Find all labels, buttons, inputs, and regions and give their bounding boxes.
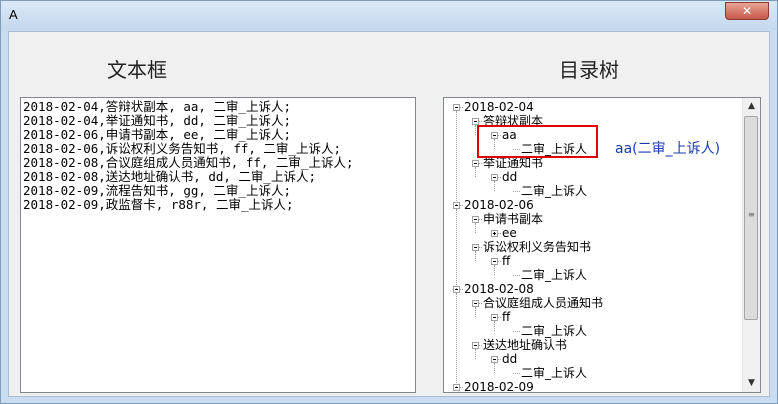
tree-connector	[456, 111, 457, 205]
text-line: 2018-02-09,政监督卡, r88r, 二审_上诉人;	[23, 197, 294, 212]
tree-node[interactable]: 2018-02-08	[464, 282, 534, 296]
tree-node-label: 送达地址确认书	[483, 338, 568, 352]
tree-connector	[494, 181, 495, 191]
tree-connector	[513, 331, 520, 332]
tree-node[interactable]: ff	[502, 254, 510, 268]
tree-node[interactable]: 2018-02-04	[464, 100, 534, 114]
tree-connector	[475, 167, 476, 177]
annotation-label: aa(二审_上诉人)	[615, 141, 721, 157]
collapse-icon[interactable]	[491, 356, 498, 363]
tree-connector	[494, 321, 495, 331]
tree-connector	[475, 223, 476, 233]
tree-node[interactable]: ee	[502, 226, 517, 240]
scroll-up-icon[interactable]: ▲	[743, 98, 760, 115]
tree-connector	[513, 275, 520, 276]
collapse-icon[interactable]	[472, 118, 479, 125]
collapse-icon[interactable]	[472, 244, 479, 251]
tree-node[interactable]: 诉讼权利义务告知书	[483, 240, 591, 254]
tree-node[interactable]: 二审_上诉人	[521, 366, 587, 380]
collapse-icon[interactable]	[491, 314, 498, 321]
textbox-label: 文本框	[107, 58, 167, 82]
tree-node-label: 二审_上诉人	[521, 324, 588, 338]
tree-node[interactable]: dd	[502, 170, 517, 184]
tree-node-label: ff	[502, 310, 511, 324]
tree-node-label: 2018-02-09	[464, 380, 534, 393]
collapse-icon[interactable]	[472, 300, 479, 307]
text-line: 2018-02-06,申请书副本, ee, 二审_上诉人;	[23, 127, 291, 142]
scroll-down-icon[interactable]: ▼	[743, 375, 760, 392]
scroll-thumb[interactable]: ≡	[744, 116, 758, 320]
tree-connector	[475, 349, 476, 359]
tree-connector	[475, 307, 476, 317]
tree-node[interactable]: 二审_上诉人	[521, 184, 587, 198]
tree-node[interactable]: 2018-02-09	[464, 380, 534, 393]
tree-node[interactable]: 举证通知书	[483, 156, 543, 170]
tree-node-label: ee	[502, 226, 517, 240]
text-line: 2018-02-08,合议庭组成人员通知书, ff, 二审_上诉人;	[23, 155, 354, 170]
tree-node[interactable]: 合议庭组成人员通知书	[483, 296, 603, 310]
title-bar[interactable]: A ✕	[1, 1, 777, 30]
tree-connector	[475, 251, 476, 261]
collapse-icon[interactable]	[472, 160, 479, 167]
collapse-icon[interactable]	[491, 174, 498, 181]
text-line: 2018-02-04,举证通知书, dd, 二审_上诉人;	[23, 113, 291, 128]
tree-connector	[513, 191, 520, 192]
tree-node[interactable]: 二审_上诉人	[521, 268, 587, 282]
tree-node-label: dd	[502, 352, 518, 366]
expand-icon[interactable]	[491, 230, 498, 237]
close-button[interactable]: ✕	[725, 2, 769, 20]
tree-connector	[456, 293, 457, 387]
highlight-box	[477, 125, 598, 158]
text-line: 2018-02-08,送达地址确认书, dd, 二审_上诉人;	[23, 169, 316, 184]
client-area: 文本框 目录树 2018-02-04,答辩状副本, aa, 二审_上诉人; 201…	[8, 31, 770, 397]
tree-node[interactable]: dd	[502, 352, 517, 366]
text-area[interactable]: 2018-02-04,答辩状副本, aa, 二审_上诉人; 2018-02-04,…	[20, 97, 416, 393]
tree-node[interactable]: 申请书副本	[483, 212, 543, 226]
tree-node[interactable]: 2018-02-06	[464, 198, 534, 212]
text-line: 2018-02-06,诉讼权利义务告知书, ff, 二审_上诉人;	[23, 141, 341, 156]
tree-node[interactable]: ff	[502, 310, 510, 324]
tree-node-label: 2018-02-04	[464, 100, 534, 114]
tree-node[interactable]: 二审_上诉人	[521, 324, 587, 338]
tree-connector	[475, 125, 476, 135]
text-line: 2018-02-09,流程告知书, gg, 二审_上诉人;	[23, 183, 291, 198]
tree-node-label: 2018-02-08	[464, 282, 534, 296]
tree-node-label: dd	[502, 170, 518, 184]
tree-node-label: 举证通知书	[483, 156, 544, 170]
text-line: 2018-02-04,答辩状副本, aa, 二审_上诉人;	[23, 99, 291, 114]
tree-node-label: ff	[502, 254, 511, 268]
tree-node-label: 二审_上诉人	[521, 268, 588, 282]
tree-label: 目录树	[559, 58, 619, 82]
tree-connector	[513, 373, 520, 374]
collapse-icon[interactable]	[453, 104, 460, 111]
tree-node-label: 合议庭组成人员通知书	[483, 296, 604, 310]
grip-icon: ≡	[748, 210, 755, 219]
tree-connector	[456, 209, 457, 289]
tree-node-label: 诉讼权利义务告知书	[483, 240, 592, 254]
tree-node-label: 二审_上诉人	[521, 184, 588, 198]
collapse-icon[interactable]	[491, 258, 498, 265]
collapse-icon[interactable]	[472, 342, 479, 349]
tree-connector	[494, 363, 495, 373]
tree-node-label: 二审_上诉人	[521, 366, 588, 380]
collapse-icon[interactable]	[472, 216, 479, 223]
tree-connector	[494, 265, 495, 275]
vertical-scrollbar[interactable]: ▲ ≡ ▼	[742, 98, 760, 392]
tree-node-label: 2018-02-06	[464, 198, 534, 212]
tree-node-label: 申请书副本	[483, 212, 544, 226]
window-title: A	[9, 7, 18, 22]
app-window: A ✕ 文本框 目录树 2018-02-04,答辩状副本, aa, 二审_上诉人…	[0, 0, 778, 404]
tree-node[interactable]: 送达地址确认书	[483, 338, 567, 352]
